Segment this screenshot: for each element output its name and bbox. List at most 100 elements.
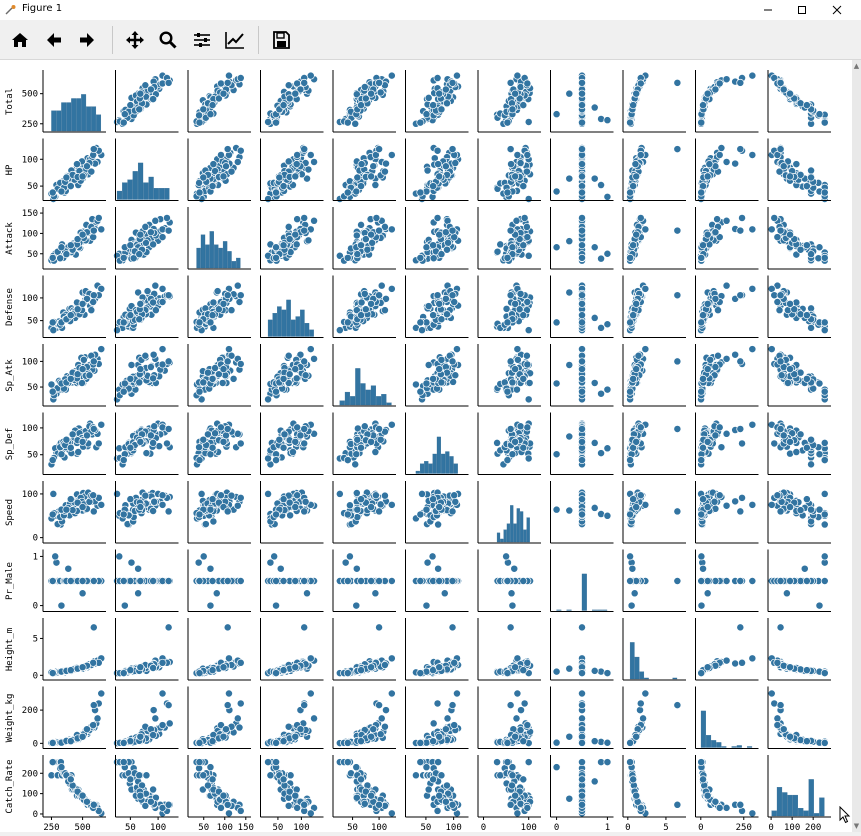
data-point: [732, 160, 739, 167]
subplot-Sp_Atk-vs-Total: [43, 344, 106, 406]
data-point: [79, 590, 86, 597]
data-point: [630, 375, 637, 382]
data-point: [79, 231, 86, 238]
subplot-Total-vs-Pr_Male: [551, 70, 614, 132]
data-point: [423, 380, 430, 387]
data-point: [344, 319, 351, 326]
data-point: [435, 161, 442, 168]
data-point: [90, 358, 97, 365]
data-point: [147, 86, 154, 93]
data-point: [50, 327, 57, 334]
data-point: [165, 425, 172, 432]
data-point: [378, 282, 385, 289]
data-point: [209, 375, 216, 382]
data-point: [786, 90, 793, 97]
data-point: [578, 102, 585, 109]
data-point: [381, 307, 388, 314]
data-point: [436, 90, 443, 97]
data-point: [372, 448, 379, 455]
data-point: [737, 79, 744, 86]
data-point: [749, 421, 756, 428]
data-point: [517, 423, 524, 430]
histogram-bar: [81, 94, 86, 131]
data-point: [738, 440, 745, 447]
data-point: [293, 375, 300, 382]
data-point: [196, 189, 203, 196]
data-point: [127, 242, 134, 249]
data-point: [412, 381, 419, 388]
data-point: [604, 321, 611, 328]
data-point: [159, 285, 166, 292]
data-point: [553, 188, 560, 195]
data-point: [65, 565, 72, 572]
data-point: [749, 285, 756, 292]
data-point: [525, 327, 532, 334]
forward-button[interactable]: [74, 27, 100, 53]
data-point: [630, 242, 637, 249]
close-button[interactable]: [820, 0, 854, 20]
forward-arrow-icon: [77, 30, 97, 50]
data-point: [272, 254, 279, 261]
data-point: [793, 161, 800, 168]
zoom-button[interactable]: [155, 27, 181, 53]
data-point: [642, 345, 649, 352]
histogram-bar: [56, 111, 61, 131]
maximize-button[interactable]: [785, 0, 819, 20]
data-point: [287, 512, 294, 519]
data-point: [674, 425, 681, 432]
data-point: [294, 151, 301, 158]
data-point: [786, 438, 793, 445]
histogram-bar: [420, 464, 424, 474]
save-button[interactable]: [268, 27, 294, 53]
maximize-icon: [797, 5, 807, 15]
data-point: [127, 444, 134, 451]
data-point: [449, 145, 456, 152]
data-point: [49, 319, 56, 326]
data-point: [803, 182, 810, 189]
subplot-Sp_Def-vs-Weight_kg: [696, 413, 759, 475]
data-point: [285, 82, 292, 89]
data-point: [375, 508, 382, 515]
data-point: [497, 241, 504, 248]
subplot-Sp_Atk-vs-Sp_Atk: [333, 344, 396, 406]
data-point: [67, 312, 74, 319]
subplot-Total-vs-Sp_Atk: [333, 70, 396, 132]
pan-button[interactable]: [122, 27, 148, 53]
edit-axis-button[interactable]: [222, 27, 248, 53]
data-point: [207, 506, 214, 513]
pan-icon: [125, 30, 145, 50]
configure-subplots-button[interactable]: [189, 27, 215, 53]
data-point: [346, 502, 353, 509]
subplot-Sp_Def-vs-Sp_Atk: [333, 413, 396, 475]
data-point: [436, 173, 443, 180]
data-point: [698, 388, 705, 395]
data-point: [723, 355, 730, 362]
back-button[interactable]: [41, 27, 67, 53]
subplot-Attack-vs-Speed: [478, 207, 541, 269]
data-point: [566, 238, 573, 245]
histogram-bar: [376, 396, 381, 405]
data-point: [566, 507, 573, 514]
data-point: [520, 312, 527, 319]
data-point: [430, 375, 437, 382]
home-button[interactable]: [7, 27, 33, 53]
data-point: [224, 425, 231, 432]
subplot-Total-vs-HP: [113, 70, 178, 132]
data-point: [63, 251, 70, 258]
data-point: [127, 312, 134, 319]
histogram-bar: [500, 539, 503, 542]
data-point: [90, 508, 97, 515]
histogram-bar: [286, 300, 290, 337]
histogram-bar: [366, 390, 371, 405]
data-point: [774, 492, 781, 499]
subplot-Total-vs-Attack: [188, 70, 251, 132]
data-point: [357, 182, 364, 189]
data-point: [507, 358, 514, 365]
data-point: [336, 490, 343, 497]
data-point: [272, 511, 279, 518]
data-point: [786, 300, 793, 307]
subplot-Attack-vs-Weight_kg: [696, 207, 759, 269]
data-point: [382, 160, 389, 167]
figure-canvas[interactable]: 250500Total50100HP50100150Attack50100Def…: [0, 60, 852, 832]
minimize-button[interactable]: [751, 0, 785, 20]
